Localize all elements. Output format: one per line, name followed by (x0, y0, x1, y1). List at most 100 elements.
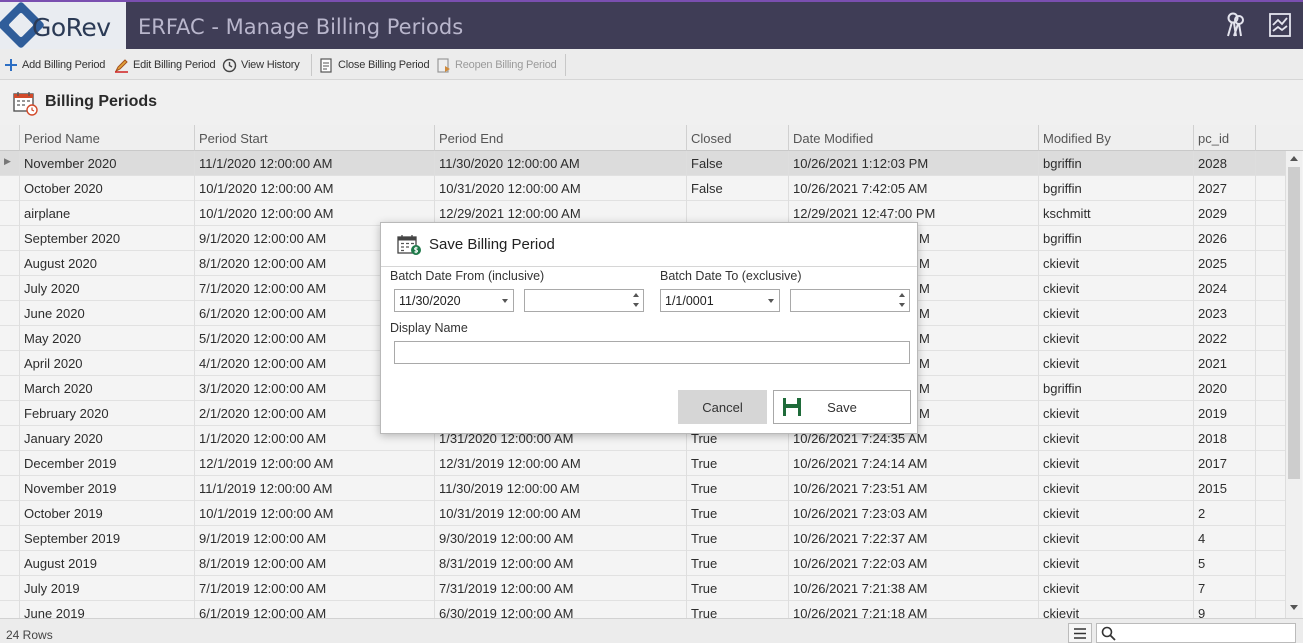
cell-modified-by: ckievit (1039, 426, 1194, 451)
pencil-icon (114, 58, 128, 73)
save-button-label: Save (827, 399, 857, 415)
table-row[interactable]: October 2020 10/1/2020 12:00:00 AM 10/31/2… (0, 176, 1285, 201)
column-header-period-name[interactable]: Period Name (20, 125, 195, 151)
column-header-modified-by[interactable]: Modified By (1039, 125, 1194, 151)
cell-period-name: August 2019 (20, 551, 195, 576)
keys-icon[interactable] (1224, 12, 1248, 38)
table-row[interactable]: December 2019 12/1/2019 12:00:00 AM 12/31/… (0, 451, 1285, 476)
cell-period-end: 11/30/2019 12:00:00 AM (435, 476, 687, 501)
cell-modified-by: ckievit (1039, 501, 1194, 526)
spin-down-icon[interactable] (633, 303, 639, 307)
batch-date-from-date-picker[interactable]: 11/30/2020 (394, 289, 514, 312)
row-indicator (0, 201, 20, 226)
dialog-divider (381, 266, 917, 267)
cell-period-start: 10/1/2020 12:00:00 AM (195, 176, 435, 201)
table-row[interactable]: June 2019 6/1/2019 12:00:00 AM 6/30/2019 1… (0, 601, 1285, 618)
section-title: Billing Periods (45, 93, 158, 110)
save-billing-period-dialog: Save Billing Period Batch Date From (inc… (380, 222, 918, 434)
hamburger-icon (1074, 628, 1086, 639)
table-row[interactable]: July 2019 7/1/2019 12:00:00 AM 7/31/2019 1… (0, 576, 1285, 601)
cell-pc-id: 2015 (1194, 476, 1256, 501)
cell-pc-id: 2022 (1194, 326, 1256, 351)
cell-period-name: January 2020 (20, 426, 195, 451)
gorev-logo: GoRev (0, 0, 126, 50)
cell-modified-by: ckievit (1039, 326, 1194, 351)
cell-closed: True (687, 526, 789, 551)
cell-period-end: 12/31/2019 12:00:00 AM (435, 451, 687, 476)
row-indicator-header (0, 125, 20, 151)
cell-pc-id: 2017 (1194, 451, 1256, 476)
cell-period-name: March 2020 (20, 376, 195, 401)
scrollbar-thumb[interactable] (1288, 167, 1300, 479)
spin-up-icon[interactable] (899, 293, 905, 297)
cell-period-start: 9/1/2019 12:00:00 AM (195, 526, 435, 551)
spin-up-icon[interactable] (633, 293, 639, 297)
save-button[interactable]: Save (773, 390, 911, 424)
cell-modified-by: ckievit (1039, 451, 1194, 476)
grid-vertical-scrollbar[interactable] (1285, 151, 1302, 618)
cell-date-modified: 10/26/2021 1:12:03 PM (789, 151, 1039, 176)
cell-date-modified: 10/26/2021 7:23:51 AM (789, 476, 1039, 501)
cancel-button[interactable]: Cancel (678, 390, 767, 424)
cell-period-end: 10/31/2019 12:00:00 AM (435, 501, 687, 526)
cell-period-start: 12/1/2019 12:00:00 AM (195, 451, 435, 476)
row-indicator (0, 501, 20, 526)
close-billing-period-button[interactable]: Close Billing Period (319, 54, 430, 76)
column-header-pc-id[interactable]: pc_id (1194, 125, 1256, 151)
row-indicator (0, 401, 20, 426)
reopen-billing-period-button[interactable]: Reopen Billing Period (436, 54, 557, 76)
section-header: Billing Periods (0, 80, 1303, 125)
cell-modified-by: bgriffin (1039, 226, 1194, 251)
cell-period-name: October 2019 (20, 501, 195, 526)
cell-period-end: 10/31/2020 12:00:00 AM (435, 176, 687, 201)
reopen-period-icon (437, 57, 450, 73)
calendar-icon (13, 92, 38, 116)
add-billing-period-label: Add Billing Period (22, 59, 106, 71)
cell-date-modified: 10/26/2021 7:22:03 AM (789, 551, 1039, 576)
column-header-closed[interactable]: Closed (687, 125, 789, 151)
cell-period-name: May 2020 (20, 326, 195, 351)
table-row[interactable]: October 2019 10/1/2019 12:00:00 AM 10/31/2… (0, 501, 1285, 526)
report-icon[interactable] (1268, 12, 1292, 38)
column-header-period-end[interactable]: Period End (435, 125, 687, 151)
calendar-money-icon (397, 235, 421, 255)
cell-period-end: 6/30/2019 12:00:00 AM (435, 601, 687, 618)
table-row[interactable]: August 2019 8/1/2019 12:00:00 AM 8/31/2019… (0, 551, 1285, 576)
scroll-down-icon[interactable] (1289, 604, 1299, 612)
spin-down-icon[interactable] (899, 303, 905, 307)
table-row[interactable]: September 2019 9/1/2019 12:00:00 AM 9/30/2… (0, 526, 1285, 551)
chevron-down-icon[interactable] (502, 299, 508, 303)
display-name-input[interactable] (394, 341, 910, 364)
cell-modified-by: ckievit (1039, 576, 1194, 601)
cell-modified-by: ckievit (1039, 351, 1194, 376)
chevron-down-icon[interactable] (768, 299, 774, 303)
cell-date-modified: 10/26/2021 7:21:38 AM (789, 576, 1039, 601)
table-row[interactable]: ▶ November 2020 11/1/2020 12:00:00 AM 11/30… (0, 151, 1285, 176)
cell-date-modified: 10/26/2021 7:23:03 AM (789, 501, 1039, 526)
cell-pc-id: 2027 (1194, 176, 1256, 201)
grid-search-box[interactable] (1096, 623, 1296, 643)
cell-period-name: June 2019 (20, 601, 195, 618)
view-history-button[interactable]: View History (222, 54, 300, 76)
cell-pc-id: 9 (1194, 601, 1256, 618)
table-row[interactable]: November 2019 11/1/2019 12:00:00 AM 11/30/… (0, 476, 1285, 501)
cell-modified-by: ckievit (1039, 251, 1194, 276)
column-header-period-start[interactable]: Period Start (195, 125, 435, 151)
cell-period-end: 8/31/2019 12:00:00 AM (435, 551, 687, 576)
batch-date-to-time-spinner[interactable] (790, 289, 910, 312)
cell-period-name: October 2020 (20, 176, 195, 201)
batch-date-to-date-picker[interactable]: 1/1/0001 (660, 289, 780, 312)
add-billing-period-button[interactable]: Add Billing Period (4, 54, 105, 76)
cell-pc-id: 2 (1194, 501, 1256, 526)
batch-date-from-time-spinner[interactable] (524, 289, 644, 312)
cell-closed: True (687, 501, 789, 526)
close-period-icon (320, 57, 332, 73)
cell-pc-id: 2019 (1194, 401, 1256, 426)
edit-billing-period-button[interactable]: Edit Billing Period (114, 54, 216, 76)
cell-pc-id: 2023 (1194, 301, 1256, 326)
menu-button[interactable] (1068, 623, 1092, 643)
column-header-date-modified[interactable]: Date Modified (789, 125, 1039, 151)
title-bar: GoRev ERFAC - Manage Billing Periods (0, 0, 1303, 50)
scroll-up-icon[interactable] (1289, 154, 1299, 162)
logo-text: GoRev (32, 13, 111, 42)
